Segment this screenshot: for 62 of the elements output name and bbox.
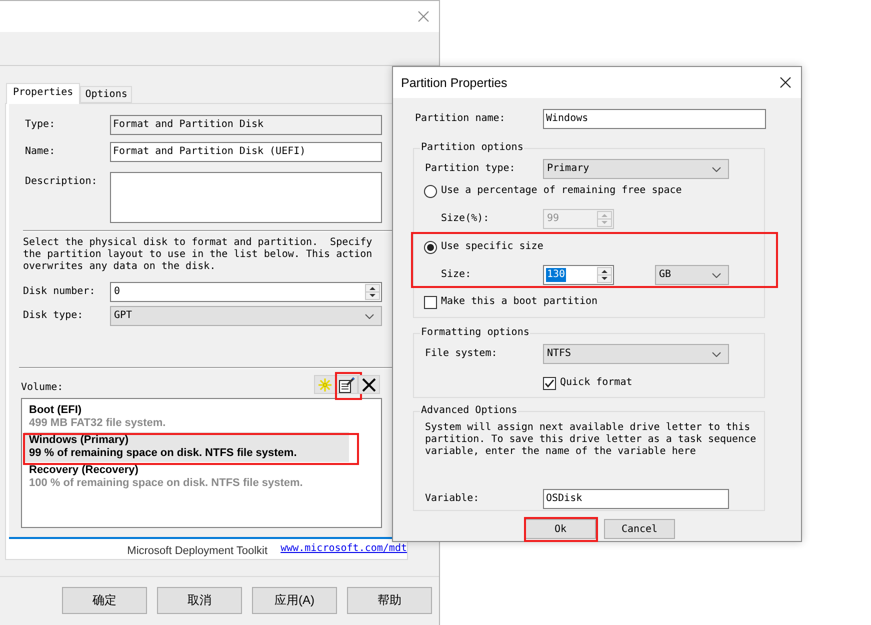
up-down-arrows-icon[interactable] [365, 284, 380, 300]
chevron-down-icon [365, 314, 374, 318]
checkbox[interactable] [424, 296, 437, 308]
chevron-down-icon [712, 272, 721, 278]
dialog-button[interactable]: 帮助 [347, 587, 432, 614]
brand-text: Microsoft Deployment Toolkit [127, 545, 268, 558]
cross-icon [362, 378, 376, 392]
spin-field[interactable]: 0 [110, 282, 382, 302]
field-label: Type: [25, 118, 56, 132]
dialog-button[interactable]: 取消 [157, 587, 242, 614]
field-label: Name: [25, 145, 56, 159]
dropdown[interactable]: NTFS [543, 344, 729, 364]
website-link[interactable]: www.microsoft.com/mdt [280, 543, 407, 555]
dropdown[interactable]: GPT [110, 306, 382, 326]
text-area[interactable] [110, 172, 382, 223]
close-icon[interactable] [780, 77, 791, 88]
field-label: Description: [25, 175, 98, 189]
field-label: Disk number: [23, 285, 96, 299]
up-down-arrows-icon[interactable] [597, 267, 612, 283]
group-title: Advanced Options [420, 405, 518, 417]
instructions-text: Select the physical disk to format and partition. Specify the partition layout to use in the list below. This action overwrites any data on the disk. [23, 237, 374, 273]
dialog-button[interactable]: 确定 [62, 587, 147, 614]
dialog-button[interactable]: Cancel [604, 519, 675, 539]
field-label: Size(%): [441, 212, 490, 226]
field-label: File system: [425, 347, 498, 361]
field-label: Partition type: [425, 162, 516, 176]
volume-list-item[interactable]: Recovery (Recovery) 100 % of remaining space on disk. NTFS file system. [24, 462, 349, 492]
sparkle-icon [318, 378, 332, 392]
checkbox[interactable] [543, 376, 556, 390]
group-title: Partition options [420, 142, 524, 154]
chevron-down-icon [712, 166, 721, 172]
checkbox-label[interactable]: Make this a boot partition [441, 296, 598, 308]
radio-button[interactable] [424, 184, 437, 198]
dialog-button[interactable]: 应用(A) [252, 587, 337, 614]
text-field[interactable]: Windows [543, 109, 766, 129]
option-label[interactable]: Use specific size [441, 241, 544, 253]
chevron-down-icon [712, 352, 721, 356]
window-title: Partition Properties [401, 76, 508, 90]
tab[interactable]: Properties [6, 83, 80, 104]
option-label[interactable]: Use a percentage of remaining free space [441, 185, 682, 197]
advanced-options-text: System will assign next available drive letter to this partition. To save this drive letter as a task sequence variable, enter the name of the variable here [425, 422, 758, 458]
dialog-button[interactable]: Ok [525, 519, 596, 539]
edit-button[interactable] [336, 375, 358, 394]
volume-list-item[interactable]: Windows (Primary) 99 % of remaining space on disk. NTFS file system. [24, 432, 349, 462]
checkbox-label[interactable]: Quick format [560, 377, 632, 389]
field-label: Variable: [425, 492, 480, 506]
group-title: Formatting options [420, 327, 530, 339]
tab[interactable]: Options [80, 86, 132, 103]
volume-list-item[interactable]: Boot (EFI) 499 MB FAT32 file system. [24, 402, 349, 432]
document-pencil-icon [339, 376, 355, 392]
read-only-field[interactable]: Format and Partition Disk [110, 115, 382, 135]
field-label: Size: [441, 268, 472, 282]
delete-button[interactable] [358, 375, 380, 394]
spin-field[interactable]: 130 [543, 265, 614, 285]
dropdown[interactable]: Primary [543, 159, 729, 179]
field-label: Partition name: [415, 112, 506, 126]
volume-label: Volume: [21, 382, 64, 394]
radio-button[interactable] [424, 240, 437, 254]
dropdown[interactable]: GB [655, 265, 729, 285]
text-field[interactable]: Format and Partition Disk (UEFI) [110, 142, 382, 162]
text-field[interactable]: OSDisk [543, 489, 729, 509]
field-label: Disk type: [23, 309, 84, 323]
